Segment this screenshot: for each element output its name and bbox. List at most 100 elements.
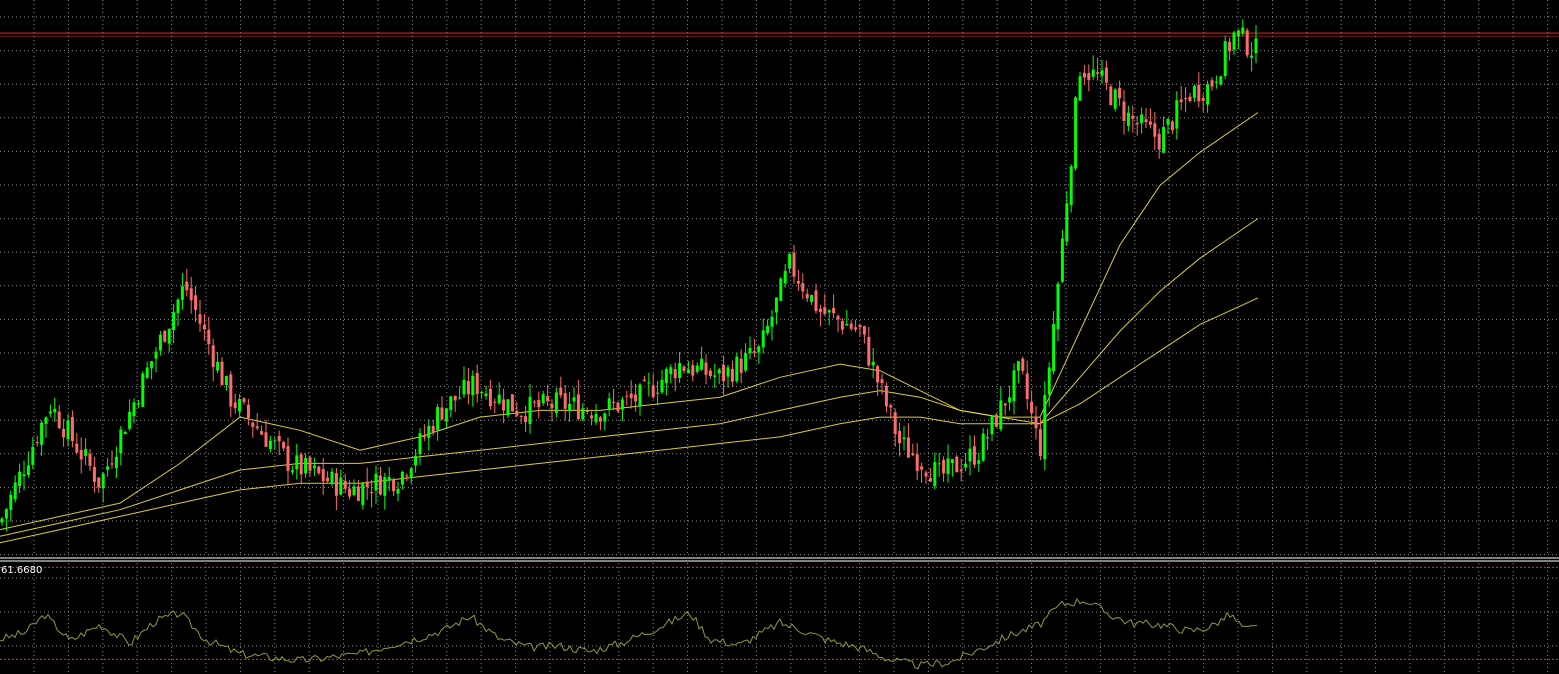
price-pane[interactable] (0, 19, 1559, 568)
bull-candle-body (132, 402, 136, 417)
bear-candle-body (867, 337, 871, 366)
moving-average-line-1 (0, 112, 1259, 531)
bear-candle-body (1096, 72, 1100, 74)
bear-candle-body (840, 320, 844, 330)
bear-candle-body (246, 404, 250, 418)
bull-candle-body (735, 356, 739, 382)
bull-candle-body (1113, 89, 1117, 109)
bear-candle-body (739, 358, 743, 373)
bull-candle-body (1223, 41, 1227, 77)
bear-candle-body (92, 466, 96, 482)
bear-candle-body (1148, 121, 1152, 125)
bull-candle-body (660, 379, 664, 393)
bear-candle-body (682, 366, 686, 371)
bull-candle-body (400, 471, 404, 485)
bear-candle-body (1038, 429, 1042, 457)
trading-chart[interactable]: 61.6680 (0, 0, 1559, 674)
bull-candle-body (594, 414, 598, 423)
bull-candle-body (766, 325, 770, 333)
bear-candle-body (392, 479, 396, 492)
chart-canvas[interactable]: 61.6680 (0, 0, 1559, 674)
bear-candle-body (317, 466, 321, 474)
bull-candle-body (66, 420, 70, 440)
bull-candle-body (53, 408, 57, 413)
bear-candle-body (35, 442, 39, 444)
bull-candle-body (554, 392, 558, 414)
bear-candle-body (928, 477, 932, 482)
bear-candle-body (189, 288, 193, 301)
bear-candle-body (229, 374, 233, 407)
bull-candle-body (1047, 367, 1051, 395)
bull-candle-body (449, 396, 453, 411)
bull-candle-body (172, 312, 176, 331)
bear-candle-body (57, 411, 61, 429)
bear-candle-body (814, 290, 818, 312)
bull-candle-body (18, 471, 22, 486)
bear-candle-body (752, 351, 756, 353)
bear-candle-body (612, 401, 616, 403)
bear-candle-body (75, 443, 79, 453)
bear-candle-body (348, 488, 352, 497)
bull-candle-body (678, 362, 682, 378)
bull-candle-body (480, 391, 484, 393)
bull-candle-body (1254, 38, 1258, 54)
bull-candle-body (1043, 394, 1047, 460)
bear-candle-body (625, 395, 629, 397)
bull-candle-body (216, 361, 220, 371)
bear-candle-body (286, 446, 290, 471)
bull-candle-body (770, 316, 774, 327)
bear-candle-body (942, 459, 946, 474)
bull-candle-body (871, 361, 875, 366)
bull-candle-body (1175, 100, 1179, 129)
bull-candle-body (664, 369, 668, 384)
bull-candle-body (845, 324, 849, 326)
bull-candle-body (1016, 361, 1020, 371)
bear-candle-body (1245, 30, 1249, 56)
bull-candle-body (1206, 84, 1210, 105)
bull-candle-body (374, 473, 378, 491)
bull-candle-body (418, 433, 422, 455)
bull-candle-body (669, 367, 673, 375)
bull-candle-body (1078, 76, 1082, 101)
bull-candle-body (123, 431, 127, 435)
bear-candle-body (321, 468, 325, 482)
bull-candle-body (1232, 32, 1236, 50)
bear-candle-body (801, 283, 805, 292)
bull-candle-body (528, 396, 532, 424)
bear-candle-body (1109, 86, 1113, 105)
bull-candle-body (128, 411, 132, 429)
bear-candle-body (493, 401, 497, 403)
bear-candle-body (1025, 373, 1029, 399)
bull-candle-body (1069, 166, 1073, 205)
bull-candle-body (568, 403, 572, 411)
bear-candle-body (858, 325, 862, 328)
bear-candle-body (796, 281, 800, 284)
bear-candle-body (88, 453, 92, 466)
bear-candle-body (616, 402, 620, 412)
bear-candle-body (1034, 417, 1038, 429)
bear-candle-body (836, 315, 840, 320)
bull-candle-body (761, 330, 765, 348)
bull-candle-body (1126, 112, 1130, 126)
bull-candle-body (1166, 118, 1170, 125)
bear-candle-body (440, 407, 444, 420)
bear-candle-body (994, 414, 998, 427)
bull-candle-body (1100, 70, 1104, 76)
bear-candle-body (334, 473, 338, 496)
bull-candle-body (937, 463, 941, 465)
bull-candle-body (497, 394, 501, 404)
bear-candle-body (163, 330, 167, 342)
indicator-pane[interactable]: 61.6680 (0, 565, 1559, 670)
bull-candle-body (136, 403, 140, 405)
bull-candle-body (1012, 370, 1016, 402)
bear-candle-body (466, 381, 470, 395)
bear-candle-body (1087, 73, 1091, 80)
bear-candle-body (972, 446, 976, 465)
bull-candle-body (1060, 238, 1064, 282)
bear-candle-body (722, 364, 726, 381)
bear-candle-body (343, 480, 347, 489)
bull-candle-body (744, 353, 748, 371)
bear-candle-body (1153, 123, 1157, 137)
bull-candle-body (436, 406, 440, 431)
bear-candle-body (651, 385, 655, 397)
